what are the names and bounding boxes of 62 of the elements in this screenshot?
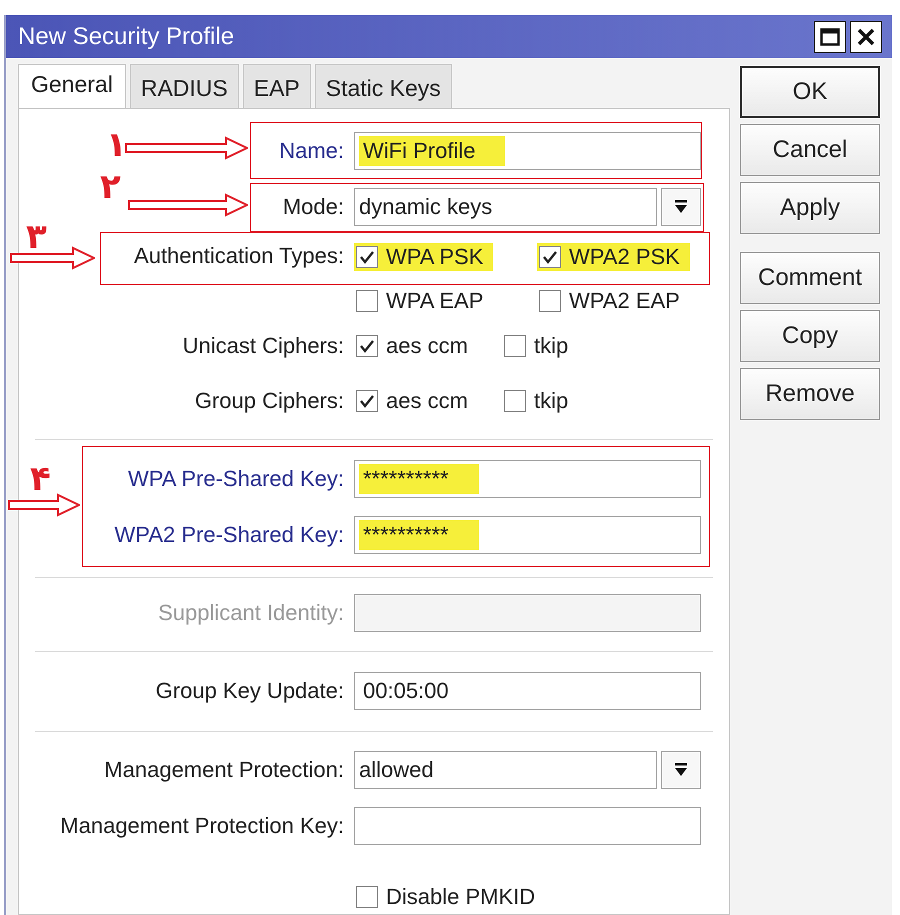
field-label: Management Protection Key: xyxy=(60,813,344,839)
dropdown-field[interactable]: dynamic keys xyxy=(354,188,657,226)
annotation-number: ۱ xyxy=(106,128,127,162)
window-title: New Security Profile xyxy=(18,22,236,50)
tab[interactable]: RADIUS xyxy=(130,64,239,108)
dialog-button[interactable]: Cancel xyxy=(740,124,880,176)
input-field[interactable]: ********** xyxy=(354,460,701,498)
field-label: Group Ciphers: xyxy=(194,388,344,414)
checkbox[interactable] xyxy=(504,335,526,357)
caret-icon xyxy=(673,200,689,214)
checkbox-label: WPA2 EAP xyxy=(569,288,680,314)
input-field[interactable] xyxy=(354,807,701,845)
annotation-number: ۴ xyxy=(30,462,51,496)
field-label: Management Protection: xyxy=(104,757,344,783)
dialog-button[interactable]: Comment xyxy=(740,252,880,304)
checkbox-label: WPA2 PSK xyxy=(569,244,680,270)
checkbox-label: aes ccm xyxy=(386,388,468,414)
dialog-button[interactable]: Copy xyxy=(740,310,880,362)
dialog-button[interactable]: Remove xyxy=(740,368,880,420)
checkbox[interactable] xyxy=(539,246,561,268)
checkbox-label: aes ccm xyxy=(386,333,468,359)
annotation-number: ۳ xyxy=(26,220,47,254)
tab[interactable]: Static Keys xyxy=(314,64,452,108)
dropdown-button[interactable] xyxy=(661,188,701,226)
arrow-icon xyxy=(125,136,248,160)
field-label: Authentication Types: xyxy=(134,243,344,269)
field-label: Name: xyxy=(279,138,344,164)
dropdown-button[interactable] xyxy=(661,751,701,789)
close-icon xyxy=(857,28,875,46)
checkbox[interactable] xyxy=(356,246,378,268)
checkbox-label: tkip xyxy=(534,388,568,414)
annotation-number: ۲ xyxy=(100,170,121,204)
checkbox[interactable] xyxy=(356,335,378,357)
field-label: Mode: xyxy=(282,194,344,220)
checkbox-label: Disable PMKID xyxy=(386,884,536,910)
tab[interactable]: General xyxy=(18,64,126,108)
checkbox-label: tkip xyxy=(534,333,568,359)
field-label: Unicast Ciphers: xyxy=(182,333,344,359)
field-label: Supplicant Identity: xyxy=(158,600,344,626)
checkbox[interactable] xyxy=(356,390,378,412)
checkbox[interactable] xyxy=(356,886,378,908)
checkbox[interactable] xyxy=(356,290,378,312)
input-field[interactable]: 00:05:00 xyxy=(354,672,701,710)
close-button[interactable] xyxy=(850,20,882,52)
checkbox-label: WPA EAP xyxy=(386,288,484,314)
field-label: Group Key Update: xyxy=(156,678,344,704)
dropdown-field[interactable]: allowed xyxy=(354,751,657,789)
maximize-icon xyxy=(820,28,840,46)
field-label: WPA2 Pre-Shared Key: xyxy=(114,522,344,548)
dialog-button[interactable]: OK xyxy=(740,66,880,118)
input-field[interactable] xyxy=(354,594,701,632)
input-field[interactable]: ********** xyxy=(354,516,701,554)
field-label: WPA Pre-Shared Key: xyxy=(128,466,344,492)
input-field[interactable]: WiFi Profile xyxy=(354,132,701,170)
tab[interactable]: EAP xyxy=(242,64,311,108)
maximize-button[interactable] xyxy=(814,20,846,52)
caret-icon xyxy=(673,763,689,777)
checkbox[interactable] xyxy=(539,290,561,312)
checkbox-label: WPA PSK xyxy=(386,244,484,270)
dialog-button[interactable]: Apply xyxy=(740,182,880,234)
arrow-icon xyxy=(128,193,248,217)
checkbox[interactable] xyxy=(504,390,526,412)
